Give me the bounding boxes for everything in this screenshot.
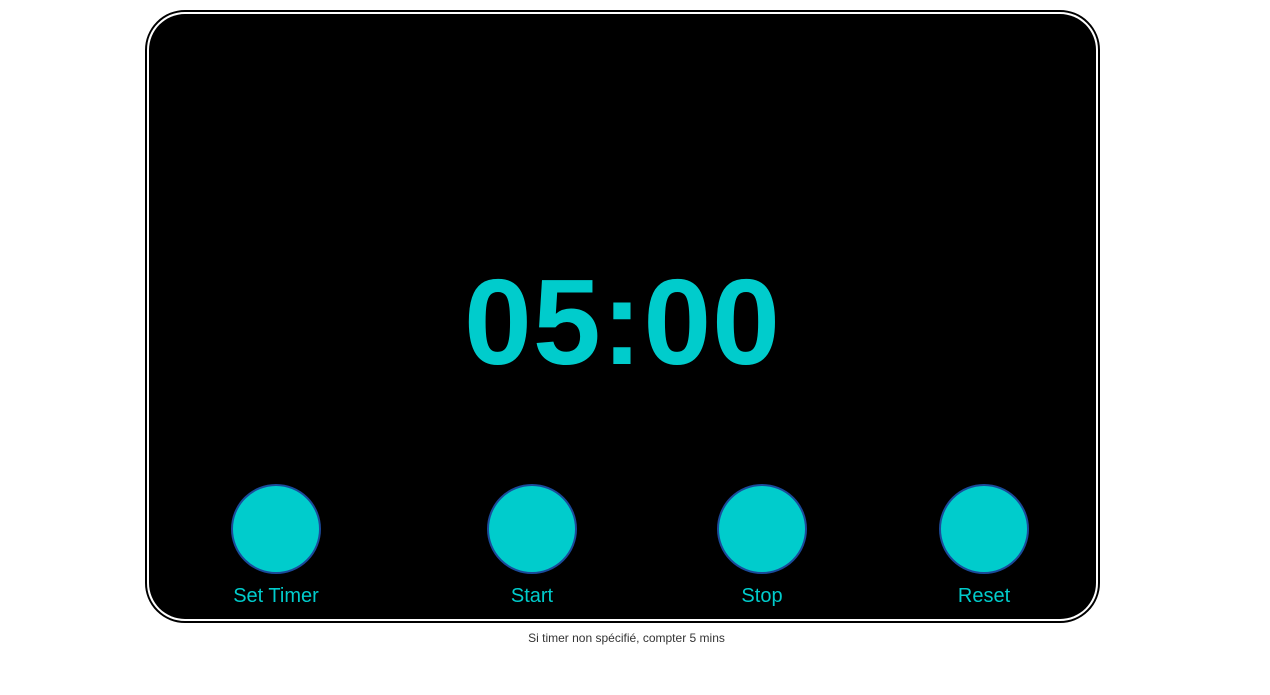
start-button[interactable] xyxy=(487,484,577,574)
reset-button[interactable] xyxy=(939,484,1029,574)
set-timer-button[interactable] xyxy=(231,484,321,574)
timer-frame: 05:00 Set Timer Start Stop Reset xyxy=(145,10,1100,623)
stop-button[interactable] xyxy=(717,484,807,574)
set-timer-label: Set Timer xyxy=(233,585,319,607)
timer-display: 05:00 xyxy=(463,254,782,390)
stop-label: Stop xyxy=(741,585,783,607)
reset-control: Reset xyxy=(914,484,1054,608)
stop-control: Stop xyxy=(692,484,832,608)
start-control: Start xyxy=(462,484,602,608)
set-timer-control: Set Timer xyxy=(206,484,346,608)
reset-label: Reset xyxy=(957,585,1011,607)
start-label: Start xyxy=(510,585,554,607)
footer-note: Si timer non spécifié, compter 5 mins xyxy=(528,631,725,645)
timer-panel: 05:00 Set Timer Start Stop Reset xyxy=(149,14,1096,619)
